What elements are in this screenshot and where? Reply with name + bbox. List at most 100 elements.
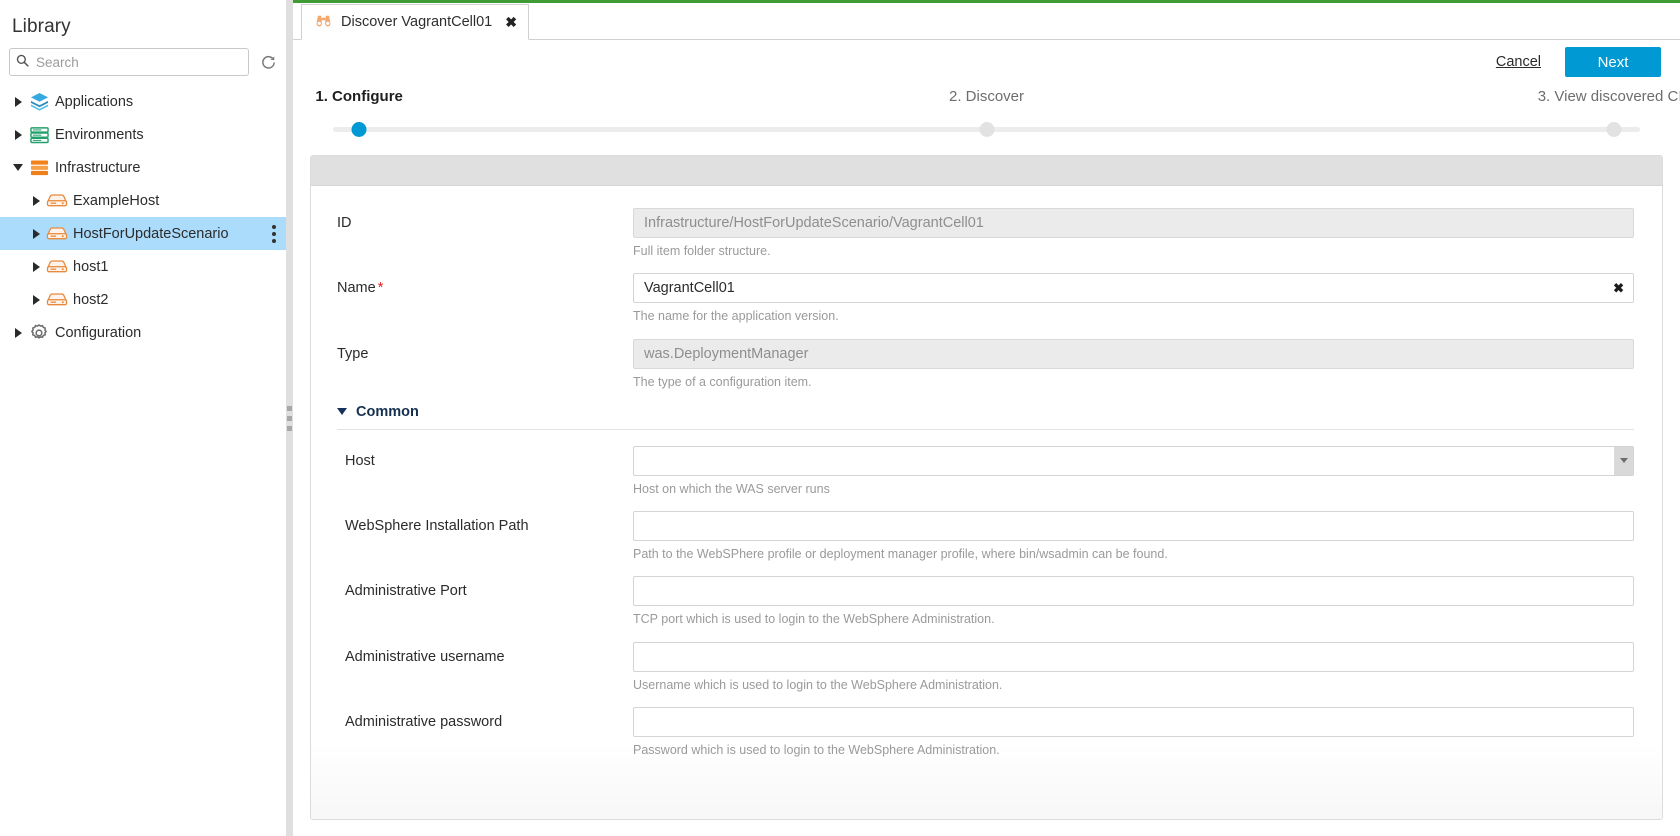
sidebar-item-label: host2 xyxy=(73,291,109,308)
app-root: Library Applications Environments Infrastr… xyxy=(0,0,1680,836)
chevron-right-icon[interactable] xyxy=(10,96,26,107)
field-help-host: Host on which the WAS server runs xyxy=(633,481,830,496)
field-help-name: The name for the application version. xyxy=(633,309,839,324)
sidebar-item-host2[interactable]: host2 xyxy=(0,283,292,316)
tab-discover[interactable]: Discover VagrantCell01 ✖ xyxy=(301,4,529,40)
sidebar-item-hostforupdatescenario[interactable]: HostForUpdateScenario xyxy=(0,217,292,250)
host-icon xyxy=(44,226,70,241)
infrastructure-icon xyxy=(26,158,52,177)
field-row-administrative-port: Administrative Port TCP port which is use… xyxy=(333,576,1634,627)
input-wrap-name: ✖ xyxy=(633,273,1634,304)
section-header-common[interactable]: Common xyxy=(337,404,1634,420)
wizard-actions: Cancel Next xyxy=(293,40,1680,84)
sidebar-item-label: HostForUpdateScenario xyxy=(73,225,229,242)
input-name[interactable] xyxy=(633,273,1634,304)
chevron-right-icon[interactable] xyxy=(10,327,26,338)
search-box[interactable] xyxy=(9,48,249,76)
clear-icon[interactable]: ✖ xyxy=(1613,282,1624,295)
configure-panel: ID Full item folder structure. Name* ✖ The n… xyxy=(310,155,1663,820)
field-label-administrative-username: Administrative username xyxy=(333,642,633,665)
panel-header-bar xyxy=(311,156,1662,186)
stepper-label-2: 2. Discover xyxy=(948,88,1025,105)
field-help-administrative-port: TCP port which is used to login to the W… xyxy=(633,612,995,627)
refresh-icon[interactable] xyxy=(256,50,280,74)
search-input[interactable] xyxy=(34,53,242,71)
sidebar-item-label: Environments xyxy=(55,126,144,143)
field-label-text: WebSphere Installation Path xyxy=(345,518,529,534)
field-help-type: The type of a configuration item. xyxy=(633,374,812,389)
input-administrative-port[interactable] xyxy=(633,576,1634,607)
input-host[interactable] xyxy=(633,445,1614,476)
stepper-dot-3[interactable] xyxy=(1606,122,1622,137)
input-type xyxy=(633,338,1634,369)
library-tree: Applications Environments Infrastructure Ex… xyxy=(0,85,292,349)
host-icon xyxy=(44,259,70,274)
field-label-administrative-port: Administrative Port xyxy=(333,576,633,599)
field-control-administrative-password: Password which is used to login to the W… xyxy=(633,706,1634,758)
select-host[interactable] xyxy=(633,445,1634,476)
chevron-right-icon[interactable] xyxy=(28,261,44,272)
sidebar-item-examplehost[interactable]: ExampleHost xyxy=(0,184,292,217)
field-help-administrative-password: Password which is used to login to the W… xyxy=(633,742,1000,757)
field-help-administrative-username: Username which is used to login to the W… xyxy=(633,677,1003,692)
sidebar-item-applications[interactable]: Applications xyxy=(0,85,292,118)
tab-bar: Discover VagrantCell01 ✖ xyxy=(293,3,1680,40)
sidebar-item-environments[interactable]: Environments xyxy=(0,118,292,151)
input-wrap-id xyxy=(633,208,1634,238)
input-wrap-administrative-username xyxy=(633,641,1634,672)
chevron-right-icon[interactable] xyxy=(28,294,44,305)
main-area: Discover VagrantCell01 ✖ Cancel Next 1. … xyxy=(293,0,1680,836)
chevron-right-icon[interactable] xyxy=(28,195,44,206)
close-icon[interactable]: ✖ xyxy=(505,15,517,29)
next-button[interactable]: Next xyxy=(1565,47,1661,77)
library-sidebar: Library Applications Environments Infrastr… xyxy=(0,0,293,836)
chevron-right-icon[interactable] xyxy=(10,129,26,140)
field-label-text: Name xyxy=(337,280,376,297)
sidebar-splitter[interactable] xyxy=(286,0,293,836)
sidebar-item-infrastructure[interactable]: Infrastructure xyxy=(0,151,292,184)
chevron-down-icon xyxy=(337,408,347,416)
input-wrap-administrative-port xyxy=(633,576,1634,607)
stepper-dot-1[interactable] xyxy=(351,122,367,137)
chevron-down-icon[interactable] xyxy=(10,164,26,171)
field-help-websphere-installation-path: Path to the WebSPhere profile or deploym… xyxy=(633,547,1168,561)
search-icon xyxy=(16,54,29,70)
sidebar-item-label: ExampleHost xyxy=(73,192,160,209)
top-fields: ID Full item folder structure. Name* ✖ The n… xyxy=(333,208,1634,390)
field-label-websphere-installation-path: WebSphere Installation Path xyxy=(333,511,633,534)
chevron-right-icon[interactable] xyxy=(28,228,44,239)
section-divider xyxy=(337,428,1634,430)
input-administrative-username[interactable] xyxy=(633,641,1634,672)
input-administrative-password[interactable] xyxy=(633,706,1634,737)
field-label-administrative-password: Administrative password xyxy=(333,707,633,730)
field-row-websphere-installation-path: WebSphere Installation Path Path to the W… xyxy=(333,511,1634,562)
kebab-menu-icon[interactable] xyxy=(272,224,276,243)
input-websphere-installation-path[interactable] xyxy=(633,511,1634,541)
field-control-websphere-installation-path: Path to the WebSPhere profile or deploym… xyxy=(633,511,1634,562)
host-icon xyxy=(44,292,70,307)
section-title: Common xyxy=(356,403,419,420)
input-wrap-administrative-password xyxy=(633,706,1634,737)
field-control-administrative-username: Username which is used to login to the W… xyxy=(633,641,1634,693)
field-label-id: ID xyxy=(333,208,633,231)
field-label-text: Administrative password xyxy=(345,713,503,730)
host-icon xyxy=(44,193,70,208)
search-row xyxy=(0,38,292,76)
field-control-host: Host on which the WAS server runs xyxy=(633,445,1634,497)
field-row-name: Name* ✖ The name for the application versi… xyxy=(333,273,1634,324)
input-id xyxy=(633,208,1634,238)
cancel-button[interactable]: Cancel xyxy=(1490,53,1547,71)
stepper-dot-2[interactable] xyxy=(979,122,994,137)
field-row-administrative-username: Administrative username Username which is… xyxy=(333,641,1634,693)
field-control-administrative-port: TCP port which is used to login to the W… xyxy=(633,576,1634,627)
sidebar-item-configuration[interactable]: Configuration xyxy=(0,316,292,349)
field-label-text: ID xyxy=(337,215,352,231)
chevron-down-icon[interactable] xyxy=(1614,445,1634,476)
input-wrap-websphere-installation-path xyxy=(633,511,1634,541)
common-fields: Host Host on which the WAS server runs Web… xyxy=(333,445,1634,758)
configuration-icon xyxy=(26,323,52,343)
field-label-type: Type xyxy=(333,339,633,362)
sidebar-item-host1[interactable]: host1 xyxy=(0,250,292,283)
field-control-name: ✖ The name for the application version. xyxy=(633,273,1634,324)
field-help-id: Full item folder structure. xyxy=(633,244,771,258)
